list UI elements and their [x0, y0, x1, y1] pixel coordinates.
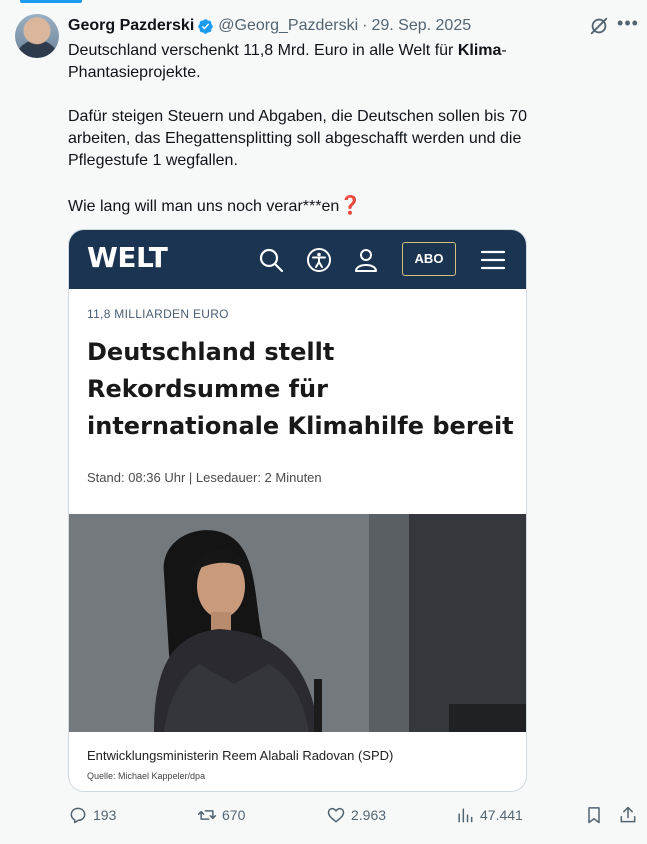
heart-icon	[327, 807, 345, 823]
like-button[interactable]: 2.963	[326, 804, 386, 826]
tweet-header: Georg Pazderski @Georg_Pazderski · 29. S…	[68, 15, 587, 37]
article-kicker: 11,8 MILLIARDEN EURO	[87, 307, 229, 321]
tweet-text: Deutschland verschenkt 11,8 Mrd. Euro in…	[68, 40, 588, 218]
article-photo	[69, 514, 526, 732]
share-icon[interactable]	[618, 805, 638, 825]
tweet-paragraph-1: Deutschland verschenkt 11,8 Mrd. Euro in…	[68, 42, 507, 81]
verified-badge-icon	[198, 18, 214, 34]
hashtag-klima[interactable]: Klima	[458, 42, 502, 59]
views-button[interactable]: 47.441	[455, 804, 523, 826]
view-count: 47.441	[480, 807, 523, 823]
bookmark-icon[interactable]	[584, 805, 604, 825]
user-icon	[355, 249, 377, 272]
photo-credit: Quelle: Michael Kappeler/dpa	[87, 771, 206, 781]
search-icon	[259, 248, 284, 273]
question-mark-emoji: ❓	[339, 195, 362, 215]
post-date[interactable]: 29. Sep. 2025	[371, 17, 471, 35]
abo-button: ABO	[402, 242, 456, 276]
welt-logo: WELT	[87, 241, 168, 274]
welt-header-bar: WELT ABO	[69, 230, 526, 289]
reply-icon	[70, 807, 86, 824]
tab-indicator	[20, 0, 82, 3]
link-card[interactable]: WELT ABO 11,8 MILLIARDEN EURO Deutschlan…	[68, 229, 527, 792]
reply-count: 193	[93, 807, 117, 823]
repost-button[interactable]: 670	[197, 804, 245, 826]
photo-caption: Entwicklungsministerin Reem Alabali Rado…	[87, 748, 394, 763]
menu-icon	[480, 250, 506, 270]
more-options-icon[interactable]: •••	[617, 14, 639, 36]
article-meta: Stand: 08:36 Uhr | Lesedauer: 2 Minuten	[87, 470, 322, 485]
analytics-icon	[458, 808, 473, 823]
grok-icon[interactable]	[588, 15, 610, 37]
reply-button[interactable]: 193	[68, 804, 116, 826]
article-headline: Deutschland stellt Rekordsumme für inter…	[87, 338, 514, 440]
action-bar: 193 670 2.963 47.441	[68, 804, 640, 826]
repost-icon	[197, 810, 217, 820]
author-handle[interactable]: @Georg_Pazderski	[218, 17, 358, 35]
like-count: 2.963	[351, 807, 387, 823]
repost-count: 670	[222, 807, 246, 823]
speaker-illustration	[69, 514, 526, 732]
tweet-paragraph-2: Dafür steigen Steuern und Abgaben, die D…	[68, 108, 527, 169]
author-name[interactable]: Georg Pazderski	[68, 17, 194, 35]
avatar[interactable]	[15, 14, 59, 58]
accessibility-icon	[307, 248, 331, 272]
header-separator: ·	[362, 17, 368, 34]
tweet-paragraph-3: Wie lang will man uns noch verar***en❓	[68, 195, 362, 215]
